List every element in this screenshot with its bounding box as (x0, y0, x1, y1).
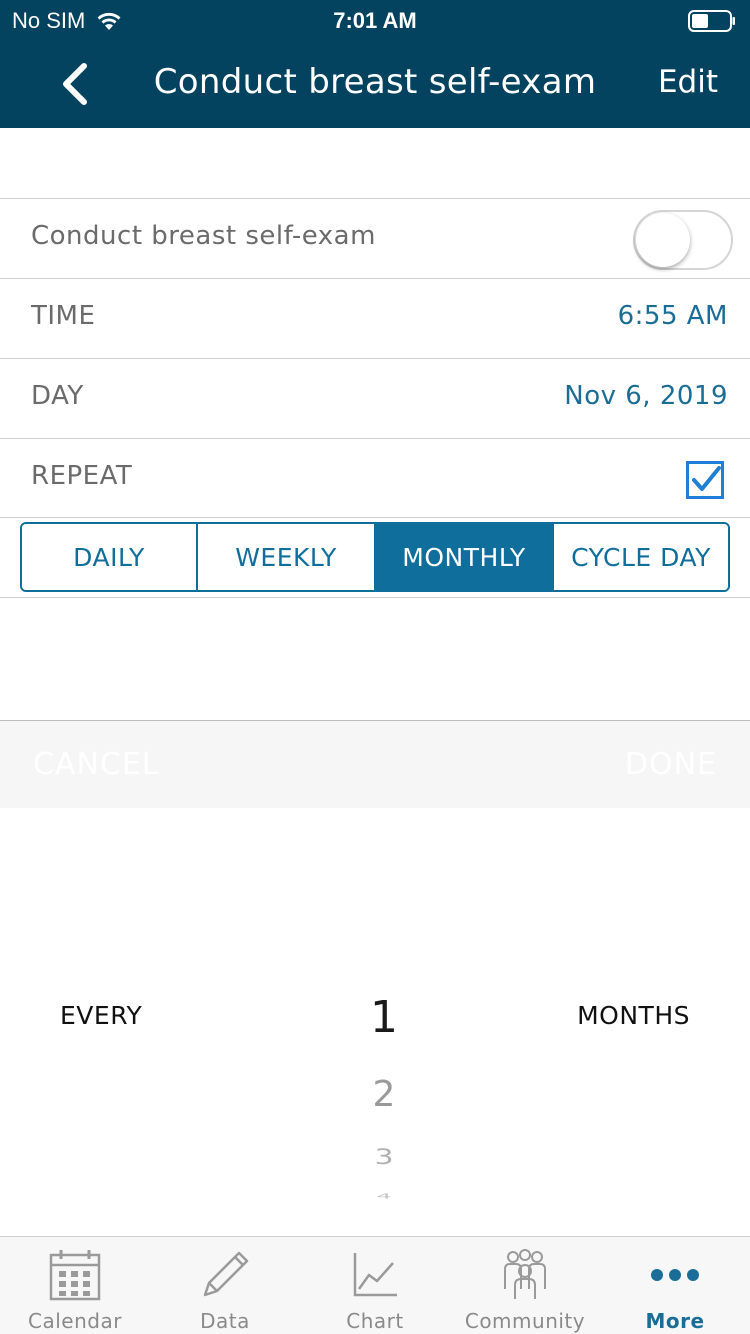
page-title: Conduct breast self-exam (153, 62, 597, 102)
tab-label: Chart (346, 1309, 404, 1333)
tab-more[interactable]: More (600, 1237, 750, 1334)
picker-unit-label: MONTHS (577, 1001, 690, 1030)
toggle-knob (636, 213, 690, 267)
segment-monthly[interactable]: MONTHLY (376, 524, 554, 590)
repeat-label: REPEAT (31, 461, 133, 491)
time-value[interactable]: 6:55 AM (618, 301, 728, 331)
tab-community[interactable]: Community (450, 1237, 600, 1334)
picker-toolbar: CANCEL DONE (0, 720, 750, 808)
tab-label: More (645, 1309, 705, 1333)
people-icon (504, 1249, 546, 1299)
picker-option[interactable]: 3 (334, 1145, 434, 1170)
repeat-frequency-segmented-control: DAILY WEEKLY MONTHLY CYCLE DAY (20, 522, 730, 592)
cancel-button[interactable]: CANCEL (33, 747, 160, 782)
tab-label: Calendar (28, 1309, 122, 1333)
picker-option-selected[interactable]: 1 (334, 992, 434, 1043)
segment-weekly[interactable]: WEEKLY (198, 524, 376, 590)
tab-bar: Calendar Data Chart Community More (0, 1236, 750, 1334)
navigation-bar: Conduct breast self-exam Edit (0, 40, 750, 128)
day-value[interactable]: Nov 6, 2019 (564, 381, 728, 411)
line-chart-icon (353, 1253, 397, 1297)
reminder-row: Conduct breast self-exam (0, 198, 750, 278)
tab-label: Data (200, 1309, 250, 1333)
time-row[interactable]: TIME 6:55 AM (0, 278, 750, 358)
battery-icon (688, 10, 735, 32)
divider (0, 517, 750, 518)
tab-chart[interactable]: Chart (300, 1237, 450, 1334)
segment-daily[interactable]: DAILY (22, 524, 198, 590)
time-label: TIME (31, 301, 96, 331)
reminder-toggle[interactable] (633, 210, 733, 270)
status-time: 7:01 AM (333, 8, 417, 33)
done-button[interactable]: DONE (625, 747, 717, 782)
edit-button[interactable]: Edit (658, 64, 718, 100)
reminder-label: Conduct breast self-exam (31, 221, 376, 251)
tab-label: Community (464, 1309, 586, 1333)
picker-option[interactable]: 2 (334, 1074, 434, 1115)
repeat-row: REPEAT (0, 438, 750, 518)
chevron-left-icon[interactable] (54, 58, 98, 110)
tab-calendar[interactable]: Calendar (0, 1237, 150, 1334)
tab-data[interactable]: Data (150, 1237, 300, 1334)
picker-option[interactable]: 4 (334, 1192, 434, 1200)
day-row[interactable]: DAY Nov 6, 2019 (0, 358, 750, 438)
segment-cycle-day[interactable]: CYCLE DAY (554, 524, 728, 590)
checkmark-icon (692, 466, 721, 491)
divider (0, 597, 750, 598)
more-dots-icon (651, 1269, 699, 1281)
calendar-icon (49, 1250, 101, 1301)
repeat-checkbox[interactable] (686, 461, 724, 499)
picker-prefix-label: EVERY (60, 1001, 143, 1030)
day-label: DAY (31, 381, 84, 411)
repeat-interval-picker[interactable]: EVERY 1 2 3 4 MONTHS (0, 808, 750, 1236)
status-bar: No SIM 7:01 AM (0, 0, 750, 40)
pencil-icon (203, 1251, 249, 1297)
